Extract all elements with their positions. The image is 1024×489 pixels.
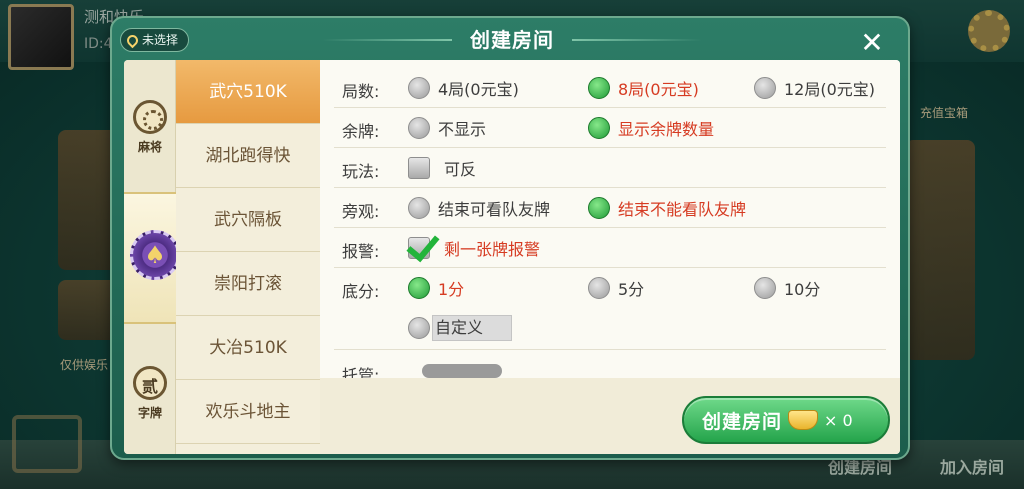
remaining-option-show[interactable]: 显示余牌数量 bbox=[588, 116, 714, 140]
remaining-option-hide[interactable]: 不显示 bbox=[408, 116, 486, 140]
radio-button[interactable] bbox=[408, 77, 430, 99]
option-label: 显示余牌数量 bbox=[618, 120, 715, 139]
play-label: 玩法: bbox=[342, 162, 380, 181]
play-row: 玩法: 可反 bbox=[334, 148, 886, 188]
radio-button[interactable] bbox=[754, 277, 776, 299]
lobby-game-card bbox=[905, 140, 975, 360]
category-label: 麻将 bbox=[137, 140, 162, 154]
location-pin-icon bbox=[124, 32, 141, 48]
option-label: 5分 bbox=[618, 280, 645, 299]
option-label: 结束不能看队友牌 bbox=[618, 200, 747, 219]
base-score-row: 底分: 1分 5分 10分 自定义 bbox=[334, 268, 886, 350]
base-score-option-1[interactable]: 1分 bbox=[408, 276, 464, 300]
radio-button[interactable] bbox=[408, 197, 430, 219]
gold-ingot-icon bbox=[788, 410, 819, 430]
base-score-option-10[interactable]: 10分 bbox=[754, 276, 820, 300]
alarm-label: 报警: bbox=[342, 242, 380, 261]
spectate-row: 旁观: 结束可看队友牌 结束不能看队友牌 bbox=[334, 188, 886, 228]
rounds-option-8[interactable]: 8局(0元宝) bbox=[588, 76, 699, 100]
game-item-hubei-paodekuai[interactable]: 湖北跑得快 bbox=[176, 124, 320, 188]
location-label: 未选择 bbox=[142, 33, 179, 47]
option-label: 可反 bbox=[444, 160, 477, 179]
close-button[interactable]: ✕ bbox=[852, 26, 892, 62]
dialog-content: 麻将 ♠ 字牌 武穴510K 湖北跑得快 武穴隔板 崇阳打滚 大冶510K 欢乐… bbox=[124, 60, 900, 454]
spectate-label: 旁观: bbox=[342, 202, 380, 221]
mahjong-icon bbox=[133, 100, 167, 134]
radio-button[interactable] bbox=[408, 317, 430, 339]
radio-button[interactable] bbox=[588, 197, 610, 219]
entertainment-notice: 仅供娱乐 bbox=[60, 358, 109, 372]
option-label: 结束可看队友牌 bbox=[438, 200, 551, 219]
room-cost: × 0 bbox=[824, 410, 853, 430]
option-label: 10分 bbox=[784, 280, 821, 299]
player-id: ID:4 bbox=[84, 36, 113, 52]
option-label: 12局(0元宝) bbox=[784, 80, 876, 99]
custom-score-field[interactable]: 自定义 bbox=[432, 315, 512, 341]
option-label: 剩一张牌报警 bbox=[444, 240, 541, 259]
gear-icon[interactable] bbox=[968, 10, 1010, 52]
category-label: 字牌 bbox=[137, 406, 162, 420]
game-item-huanle-doudizhu[interactable]: 欢乐斗地主 bbox=[176, 380, 320, 444]
create-room-dialog: 创建房间 ✕ 未选择 麻将 ♠ 字牌 武穴510K 湖北跑得快 武穴隔板 崇 bbox=[110, 16, 910, 460]
cart-icon[interactable] bbox=[12, 415, 82, 473]
base-score-option-custom[interactable]: 自定义 bbox=[408, 315, 512, 341]
spectate-option-cannot-see[interactable]: 结束不能看队友牌 bbox=[588, 196, 746, 220]
play-option-fan[interactable]: 可反 bbox=[408, 156, 476, 180]
category-zipai[interactable]: 字牌 bbox=[124, 366, 176, 421]
option-label: 1分 bbox=[438, 280, 465, 299]
hosting-label: 托管: bbox=[342, 366, 380, 378]
base-score-label: 底分: bbox=[342, 282, 380, 301]
rounds-option-4[interactable]: 4局(0元宝) bbox=[408, 76, 519, 100]
option-label: 不显示 bbox=[438, 120, 487, 139]
remaining-label: 余牌: bbox=[342, 122, 380, 141]
game-item-wuxue-geban[interactable]: 武穴隔板 bbox=[176, 188, 320, 252]
avatar[interactable] bbox=[8, 4, 74, 70]
game-item-wuxue-510k[interactable]: 武穴510K bbox=[176, 60, 320, 124]
zipai-icon bbox=[133, 366, 167, 400]
radio-button[interactable] bbox=[588, 117, 610, 139]
create-room-button[interactable]: 创建房间 × 0 bbox=[682, 396, 890, 444]
alarm-option-one-card[interactable]: 剩一张牌报警 bbox=[408, 236, 540, 260]
radio-button[interactable] bbox=[754, 77, 776, 99]
option-label: 4局(0元宝) bbox=[438, 80, 519, 99]
rounds-option-12[interactable]: 12局(0元宝) bbox=[754, 76, 875, 100]
location-selector[interactable]: 未选择 bbox=[120, 28, 190, 52]
radio-button[interactable] bbox=[588, 277, 610, 299]
spectate-option-can-see[interactable]: 结束可看队友牌 bbox=[408, 196, 550, 220]
rounds-label: 局数: bbox=[342, 82, 380, 101]
create-room-label: 创建房间 bbox=[702, 410, 783, 433]
dialog-footer: 创建房间 × 0 bbox=[320, 378, 900, 454]
game-item-daye-510k[interactable]: 大冶510K bbox=[176, 316, 320, 380]
checkbox[interactable] bbox=[408, 157, 430, 179]
remaining-row: 余牌: 不显示 显示余牌数量 bbox=[334, 108, 886, 148]
category-mahjong[interactable]: 麻将 bbox=[124, 100, 176, 155]
checkbox[interactable] bbox=[408, 237, 430, 259]
hosting-option-pill[interactable] bbox=[422, 364, 502, 378]
lobby-join-room-button[interactable]: 加入房间 bbox=[940, 454, 1004, 478]
spade-chip-icon: ♠ bbox=[130, 230, 180, 280]
game-list: 武穴510K 湖北跑得快 武穴隔板 崇阳打滚 大冶510K 欢乐斗地主 bbox=[176, 60, 320, 454]
radio-button[interactable] bbox=[588, 77, 610, 99]
dialog-title: 创建房间 bbox=[470, 28, 554, 52]
radio-button[interactable] bbox=[408, 277, 430, 299]
radio-button[interactable] bbox=[408, 117, 430, 139]
hosting-row: 托管: bbox=[334, 360, 886, 378]
recharge-chest-label: 充值宝箱 bbox=[920, 106, 969, 120]
game-item-chongyang-dagun[interactable]: 崇阳打滚 bbox=[176, 252, 320, 316]
rounds-row: 局数: 4局(0元宝) 8局(0元宝) 12局(0元宝) bbox=[334, 68, 886, 108]
option-label: 8局(0元宝) bbox=[618, 80, 699, 99]
category-column: 麻将 ♠ 字牌 bbox=[124, 60, 186, 454]
alarm-row: 报警: 剩一张牌报警 bbox=[334, 228, 886, 268]
base-score-option-5[interactable]: 5分 bbox=[588, 276, 644, 300]
options-panel: 局数: 4局(0元宝) 8局(0元宝) 12局(0元宝) 余牌: 不显示 显示余… bbox=[320, 60, 900, 378]
